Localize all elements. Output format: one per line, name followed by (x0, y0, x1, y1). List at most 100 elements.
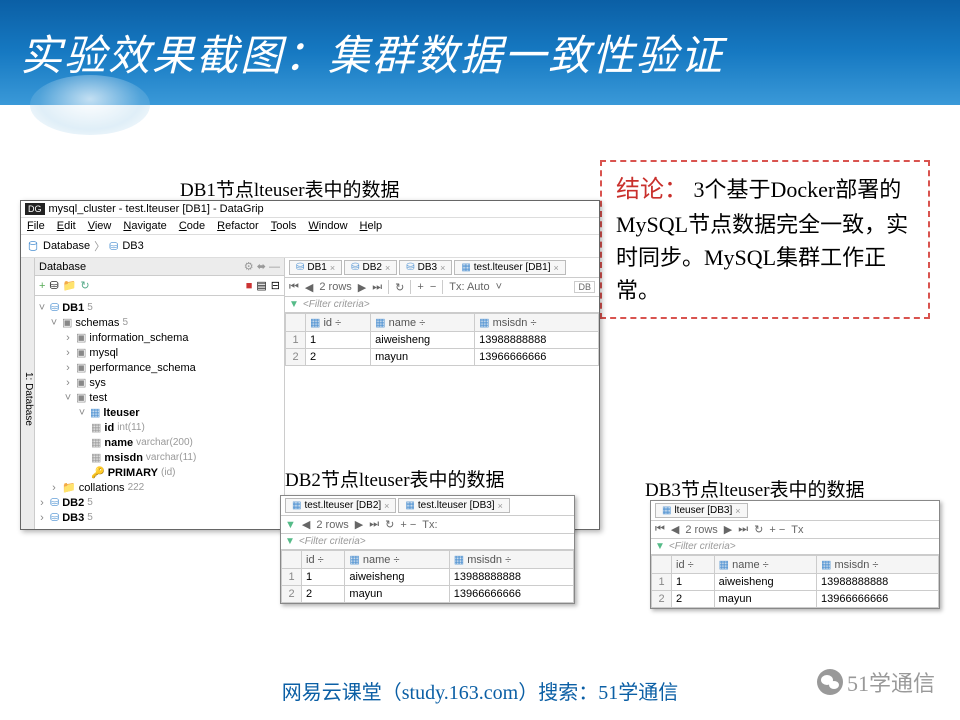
next-page-icon[interactable]: ▶ (358, 281, 366, 294)
table-row[interactable]: 22mayun13966666666 (286, 349, 599, 366)
tab-db1[interactable]: ⛁DB1× (289, 260, 342, 275)
prev-page-icon[interactable]: ◀ (305, 281, 313, 294)
close-icon[interactable]: × (553, 263, 558, 273)
table-row[interactable]: 11aiweisheng13988888888 (652, 574, 939, 591)
database-icon (27, 240, 39, 252)
side-tab-database[interactable]: 1: Database (21, 258, 35, 529)
menu-refactor[interactable]: Refactor (217, 220, 259, 232)
menu-code[interactable]: Code (179, 220, 205, 232)
tree-db1[interactable]: DB1 (62, 302, 84, 314)
stop-icon[interactable]: ■ (246, 280, 253, 292)
next-page-icon[interactable]: ▶ (724, 523, 732, 536)
result-toolbar[interactable]: ⏮ ◀ 2 rows ▶ ⏭ ↻ + − Tx: Auto ˅ DB (285, 278, 599, 297)
tree-schemas[interactable]: schemas (75, 317, 119, 329)
close-icon[interactable]: × (440, 263, 445, 273)
tab-lteuser[interactable]: ▦test.lteuser [DB1]× (454, 260, 565, 275)
tree-test[interactable]: test (89, 392, 107, 404)
collapse-icon[interactable]: ⊟ (271, 279, 280, 292)
funnel-icon[interactable]: ▼ (289, 299, 299, 310)
table-row[interactable]: 11aiweisheng13988888888 (282, 569, 574, 586)
menu-window[interactable]: Window (308, 220, 347, 232)
db-tool-icon[interactable]: ⛁ (49, 279, 58, 292)
reload-icon[interactable]: ↻ (385, 518, 394, 531)
tree-col-msisdn[interactable]: msisdn (104, 452, 143, 464)
tx-mode[interactable]: Tx: (422, 519, 437, 531)
tree-col-id[interactable]: id (104, 422, 114, 434)
filter-placeholder[interactable]: <Filter criteria> (303, 299, 370, 310)
refresh-icon[interactable]: ↻ (80, 279, 89, 292)
wechat-icon (817, 669, 843, 695)
reload-icon[interactable]: ↻ (754, 523, 763, 536)
tree-infoschema[interactable]: information_schema (89, 332, 188, 344)
tx-mode[interactable]: Tx (791, 524, 803, 536)
rows-count: 2 rows (316, 519, 348, 531)
brand-watermark: 51学通信 (817, 666, 935, 698)
tree-col-name[interactable]: name (104, 437, 133, 449)
add-icon[interactable]: + (39, 280, 45, 292)
table-row[interactable]: 11aiweisheng13988888888 (286, 332, 599, 349)
table-row[interactable]: 22mayun13966666666 (282, 586, 574, 603)
menu-tools[interactable]: Tools (271, 220, 297, 232)
editor-tabs-db3[interactable]: ▦lteuser [DB3]× (651, 501, 939, 521)
close-icon[interactable]: × (330, 263, 335, 273)
tree-collations[interactable]: collations (79, 482, 125, 494)
last-page-icon[interactable]: ⏭ (369, 518, 379, 531)
tab-db2[interactable]: ⛁DB2× (344, 260, 397, 275)
tab-lteuser-db3[interactable]: ▦test.lteuser [DB3]× (398, 498, 509, 513)
tx-mode[interactable]: Tx: Auto (449, 281, 489, 293)
tree-sys[interactable]: sys (89, 377, 106, 389)
prev-page-icon[interactable]: ◀ (671, 523, 679, 536)
panel-toolbar[interactable]: + ⛁ 📁 ↻ ■ ▤ ⊟ (35, 276, 284, 296)
chevron-right-icon: 〉 (94, 238, 105, 254)
tree-primary[interactable]: PRIMARY (108, 467, 158, 479)
result-table-db1[interactable]: ▦ id ÷ ▦ name ÷ ▦ msisdn ÷ 11aiweisheng1… (285, 313, 599, 366)
prev-page-icon[interactable]: ◀ (302, 518, 310, 531)
tab-lteuser-db2[interactable]: ▦test.lteuser [DB2]× (285, 498, 396, 513)
menu-view[interactable]: View (88, 220, 112, 232)
chevron-down-icon[interactable]: ˅ (496, 281, 502, 293)
tab-db3[interactable]: ⛁DB3× (399, 260, 452, 275)
funnel-icon[interactable]: ▼ (285, 519, 296, 531)
add-row-icon[interactable]: + (417, 281, 423, 293)
panel-db3: ▦lteuser [DB3]× ⏮ ◀ 2 rows ▶ ⏭ ↻ + − Tx … (650, 500, 940, 609)
window-title: mysql_cluster - test.lteuser [DB1] - Dat… (49, 203, 264, 215)
tree-lteuser[interactable]: lteuser (103, 407, 139, 419)
last-page-icon[interactable]: ⏭ (372, 281, 382, 294)
database-tree[interactable]: ˅⛁ DB1 5 ˅▣ schemas 5 ›▣ information_sch… (35, 296, 284, 529)
menu-bar[interactable]: File Edit View Navigate Code Refactor To… (21, 218, 599, 235)
tree-db2[interactable]: DB2 (62, 497, 84, 509)
folder-icon[interactable]: 📁 (63, 279, 77, 292)
editor-tabs[interactable]: ⛁DB1× ⛁DB2× ⛁DB3× ▦test.lteuser [DB1]× (285, 258, 599, 278)
db-icon: ⛁ (109, 240, 118, 253)
bc-database[interactable]: Database (43, 240, 90, 252)
database-panel: Database ⚙ ⬌ — + ⛁ 📁 ↻ ■ ▤ ⊟ ˅⛁ DB1 5 ˅▣… (35, 258, 285, 529)
last-page-icon[interactable]: ⏭ (738, 523, 748, 536)
menu-help[interactable]: Help (360, 220, 383, 232)
result-table-db3[interactable]: id ÷▦ name ÷▦ msisdn ÷ 11aiweisheng13988… (651, 555, 939, 608)
result-toolbar-db3[interactable]: ⏮ ◀ 2 rows ▶ ⏭ ↻ + − Tx (651, 521, 939, 539)
panel-controls[interactable]: ⚙ ⬌ — (244, 260, 280, 273)
tree-perfschema[interactable]: performance_schema (89, 362, 195, 374)
bc-db3[interactable]: DB3 (122, 240, 143, 252)
filter-icon[interactable]: ▤ (256, 279, 266, 292)
close-icon[interactable]: × (385, 263, 390, 273)
tree-db3[interactable]: DB3 (62, 512, 84, 524)
next-page-icon[interactable]: ▶ (355, 518, 363, 531)
slide-header: 实验效果截图：集群数据一致性验证 (0, 0, 960, 105)
result-toolbar-db2[interactable]: ▼ ◀ 2 rows ▶ ⏭ ↻ + − Tx: (281, 516, 574, 534)
tree-mysql[interactable]: mysql (89, 347, 118, 359)
db-indicator[interactable]: DB (574, 281, 595, 293)
tab-lteuser-db3-only[interactable]: ▦lteuser [DB3]× (655, 503, 748, 518)
result-table-db2[interactable]: id ÷▦ name ÷▦ msisdn ÷ 11aiweisheng13988… (281, 550, 574, 603)
menu-navigate[interactable]: Navigate (123, 220, 166, 232)
first-page-icon[interactable]: ⏮ (289, 281, 299, 294)
menu-edit[interactable]: Edit (57, 220, 76, 232)
first-page-icon[interactable]: ⏮ (655, 523, 665, 536)
table-row[interactable]: 22mayun13966666666 (652, 591, 939, 608)
reload-icon[interactable]: ↻ (395, 281, 404, 294)
filter-bar[interactable]: ▼ <Filter criteria> (285, 297, 599, 313)
conclusion-lead: 结论： (616, 177, 688, 203)
remove-row-icon[interactable]: − (430, 281, 436, 293)
menu-file[interactable]: File (27, 220, 45, 232)
editor-tabs-db2[interactable]: ▦test.lteuser [DB2]× ▦test.lteuser [DB3]… (281, 496, 574, 516)
